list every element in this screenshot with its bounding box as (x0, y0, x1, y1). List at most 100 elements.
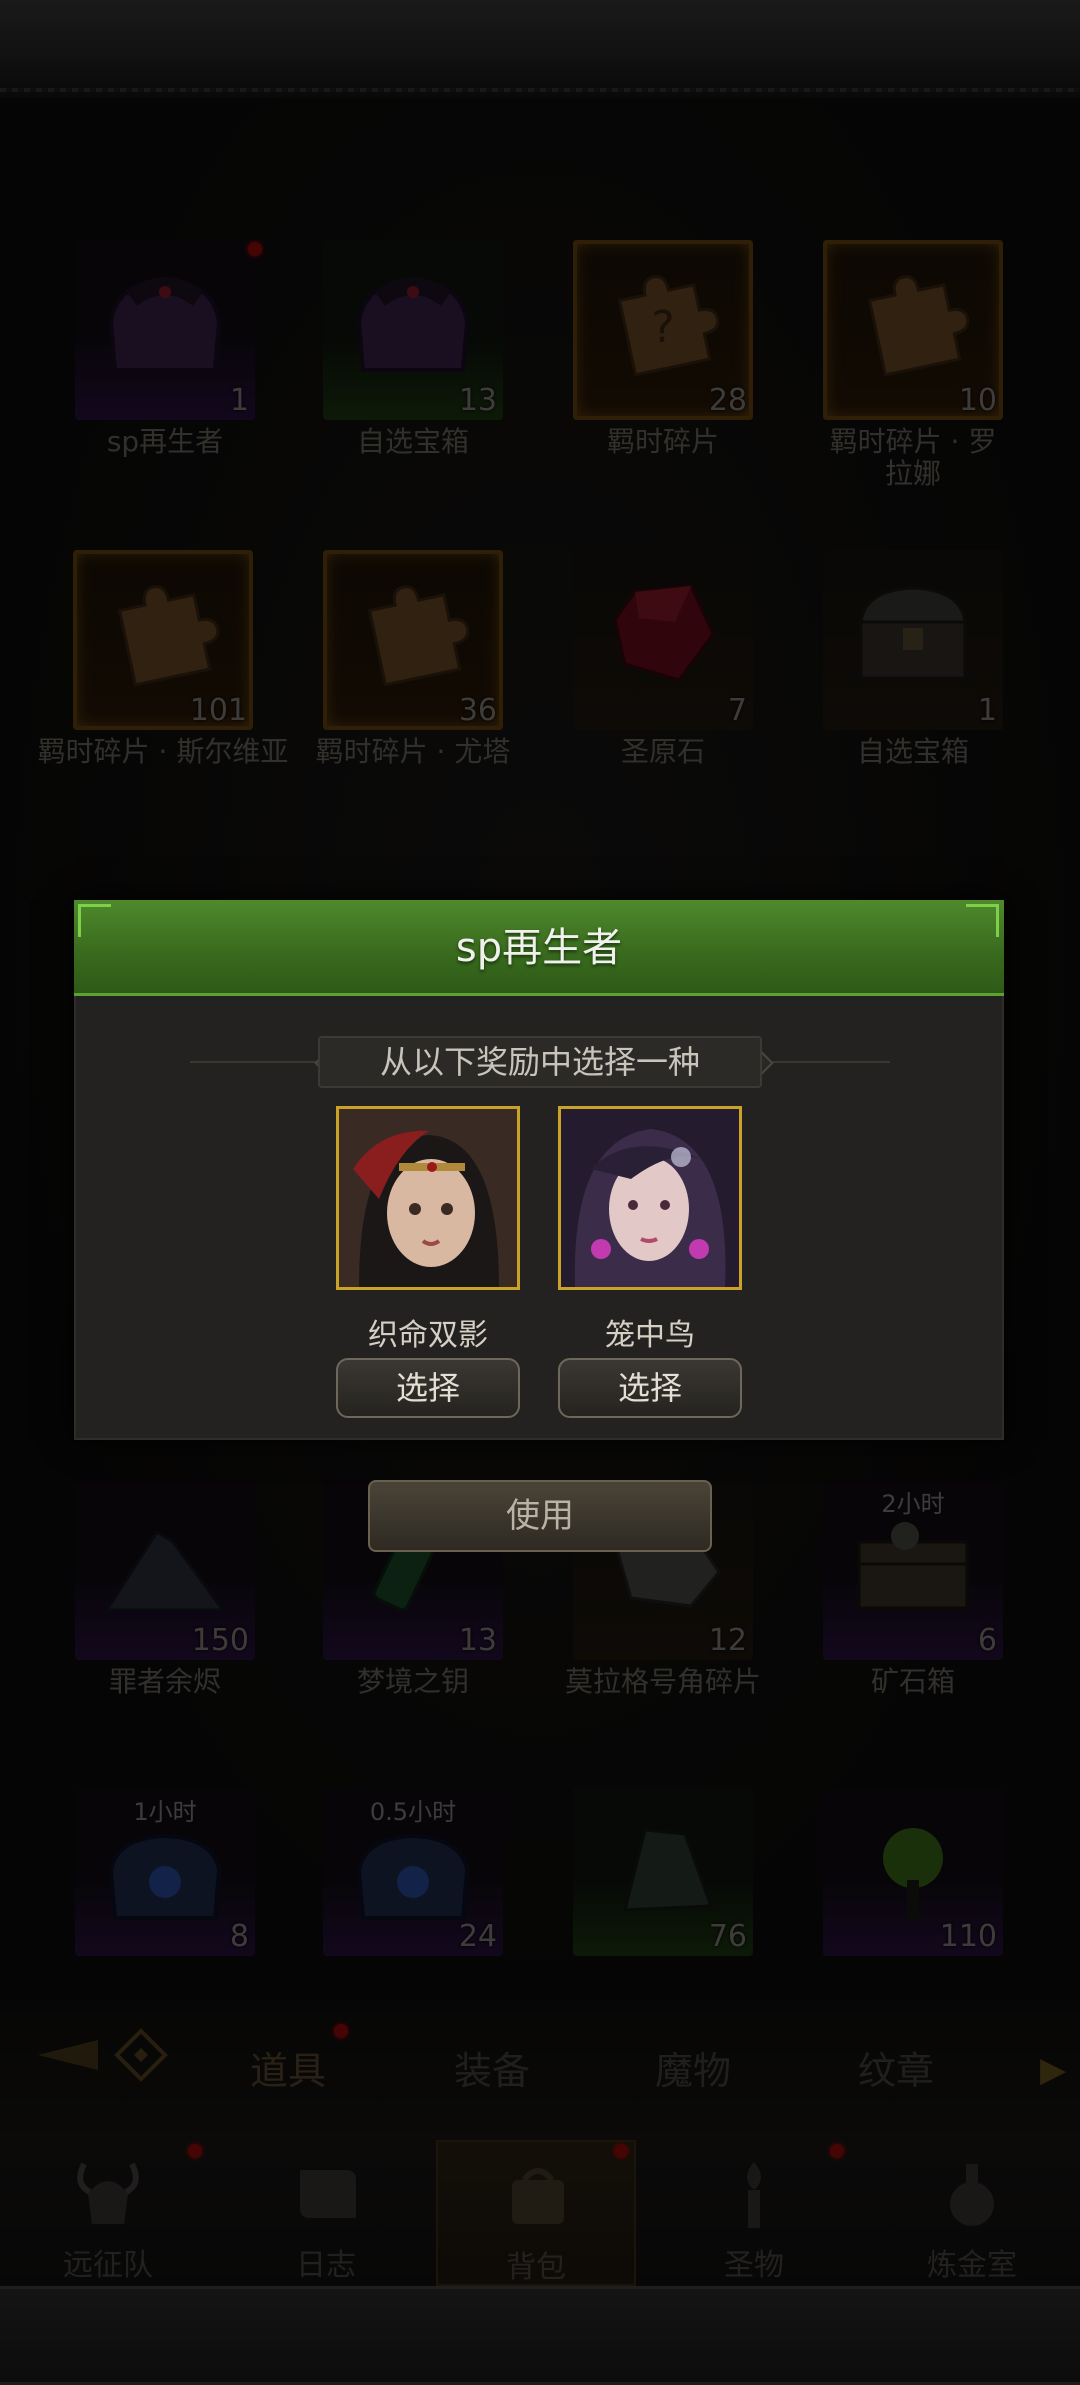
item-name: 梦境之钥 (356, 1665, 469, 1698)
item-count: 12 (708, 1623, 747, 1658)
purple-chest-icon (108, 277, 222, 372)
nav-label: 圣物 (724, 2248, 784, 2283)
reward-option-portrait[interactable] (558, 1106, 742, 1290)
inventory-item[interactable]: 7 圣原石 (568, 550, 758, 768)
tab-monsters[interactable]: 魔物 (655, 2040, 731, 2095)
bottom-decor-bar (0, 2286, 1080, 2385)
item-slot: 36 (323, 550, 503, 730)
item-count: 13 (458, 1623, 497, 1658)
notification-dot (188, 2144, 202, 2158)
inventory-item[interactable]: ? 28 羁时碎片 (568, 240, 758, 458)
item-slot: 150 (75, 1480, 255, 1660)
nav-backpack[interactable]: 背包 (436, 2140, 636, 2286)
inventory-item[interactable]: 36 羁时碎片 · 尤塔 (316, 550, 510, 768)
torch-icon (747, 2162, 761, 2228)
inventory-item[interactable]: 1 自选宝箱 (818, 550, 1008, 768)
item-count: 76 (708, 1919, 747, 1954)
item-slot: 101 (73, 550, 253, 730)
item-count: 7 (727, 693, 747, 728)
item-name: 羁时碎片 · 罗拉娜 (829, 425, 997, 490)
item-count: 36 (458, 693, 497, 728)
ash-pile-icon (104, 1529, 226, 1612)
item-name: 罪者余烬 (108, 1665, 221, 1698)
nav-relics[interactable]: 圣物 (654, 2140, 854, 2286)
inventory-item[interactable]: 1 sp再生者 (70, 240, 260, 458)
item-count: 6 (977, 1623, 997, 1658)
blue-chest-icon (356, 1833, 470, 1920)
item-slot: 13 (323, 240, 503, 420)
item-count: 8 (229, 1919, 249, 1954)
nav-alchemy[interactable]: 炼金室 (872, 2140, 1072, 2286)
tab-emblems[interactable]: 纹章 (858, 2040, 934, 2095)
top-decor-bar (0, 0, 1080, 100)
inventory-item[interactable]: 110 (818, 1788, 1008, 1956)
item-slot: 76 (573, 1788, 753, 1956)
select-button[interactable]: 选择 (558, 1358, 742, 1418)
nav-label: 远征队 (63, 2248, 153, 2283)
hero-portrait-purple-hair (561, 1109, 739, 1287)
item-count: 10 (958, 383, 997, 418)
divider-line (190, 1061, 318, 1063)
item-count: 1 (977, 693, 997, 728)
item-slot: 7 (573, 550, 753, 730)
nav-label: 背包 (506, 2250, 566, 2285)
horned-helmet-icon (77, 2162, 139, 2224)
nav-expedition[interactable]: 远征队 (8, 2140, 208, 2286)
item-count: 28 (708, 383, 747, 418)
notification-dot (614, 2144, 628, 2158)
next-tab-arrow-icon[interactable]: ▶ (1040, 2050, 1066, 2090)
notification-dot (830, 2144, 844, 2158)
tab-items[interactable]: 道具 (250, 2040, 326, 2095)
inventory-item[interactable]: 76 (568, 1788, 758, 1956)
reward-option-name: 笼中鸟 (605, 1318, 695, 1353)
notification-dot (334, 2024, 348, 2038)
hero-portrait-red-hair (339, 1109, 517, 1287)
scroll-icon (300, 2170, 356, 2218)
puzzle-piece-icon (867, 275, 970, 377)
use-button[interactable]: 使用 (368, 1480, 712, 1552)
green-stone-icon (623, 1828, 714, 1912)
dialog-subtitle: 从以下奖励中选择一种 (379, 1043, 700, 1081)
item-name: 羁时碎片 (606, 425, 719, 458)
item-name: 自选宝箱 (356, 425, 469, 458)
item-name: 圣原石 (620, 735, 705, 768)
puzzle-piece-icon (367, 585, 470, 687)
tab-equipment[interactable]: 装备 (454, 2040, 530, 2095)
red-crystal-icon (613, 584, 715, 682)
inventory-item[interactable]: 0.5小时 24 (318, 1788, 508, 1956)
tab-emblem-icon (38, 2028, 168, 2082)
inventory-item[interactable]: 150 罪者余烬 (70, 1480, 260, 1698)
item-count: 101 (189, 693, 247, 728)
iron-chest-icon (859, 586, 967, 680)
notification-dot (248, 242, 262, 256)
alchemy-icon (950, 2164, 994, 2226)
item-slot: 2小时 6 (823, 1480, 1003, 1660)
item-slot: 1小时 8 (75, 1788, 255, 1956)
item-name: 自选宝箱 (856, 735, 969, 768)
reward-option-name: 织命双影 (368, 1318, 488, 1353)
item-slot: ? 28 (573, 240, 753, 420)
nav-label: 炼金室 (927, 2248, 1017, 2283)
dialog-title: sp再生者 (455, 925, 623, 971)
item-name: sp再生者 (106, 425, 224, 458)
inventory-item[interactable]: 101 羁时碎片 · 斯尔维亚 (38, 550, 288, 768)
green-orb-icon (883, 1828, 943, 1920)
item-name: 羁时碎片 · 尤塔 (315, 735, 511, 768)
inventory-item[interactable]: 13 自选宝箱 (318, 240, 508, 458)
item-slot: 10 (823, 240, 1003, 420)
inventory-item[interactable]: 1小时 8 (70, 1788, 260, 1956)
nav-log[interactable]: 日志 (226, 2140, 426, 2286)
select-button[interactable]: 选择 (336, 1358, 520, 1418)
puzzle-question-icon: ? (617, 275, 720, 377)
inventory-item[interactable]: 2小时 6 矿石箱 (818, 1480, 1008, 1698)
item-count: 150 (191, 1623, 249, 1658)
reward-option-portrait[interactable] (336, 1106, 520, 1290)
divider-line (762, 1061, 890, 1063)
item-name: 莫拉格号角碎片 (564, 1665, 761, 1698)
item-slot: 1 (823, 550, 1003, 730)
item-count: 1 (229, 383, 249, 418)
item-count: 24 (458, 1919, 497, 1954)
nav-label: 日志 (296, 2248, 356, 2283)
item-name: 矿石箱 (870, 1665, 955, 1698)
inventory-item[interactable]: 10 羁时碎片 · 罗拉娜 (818, 240, 1008, 490)
